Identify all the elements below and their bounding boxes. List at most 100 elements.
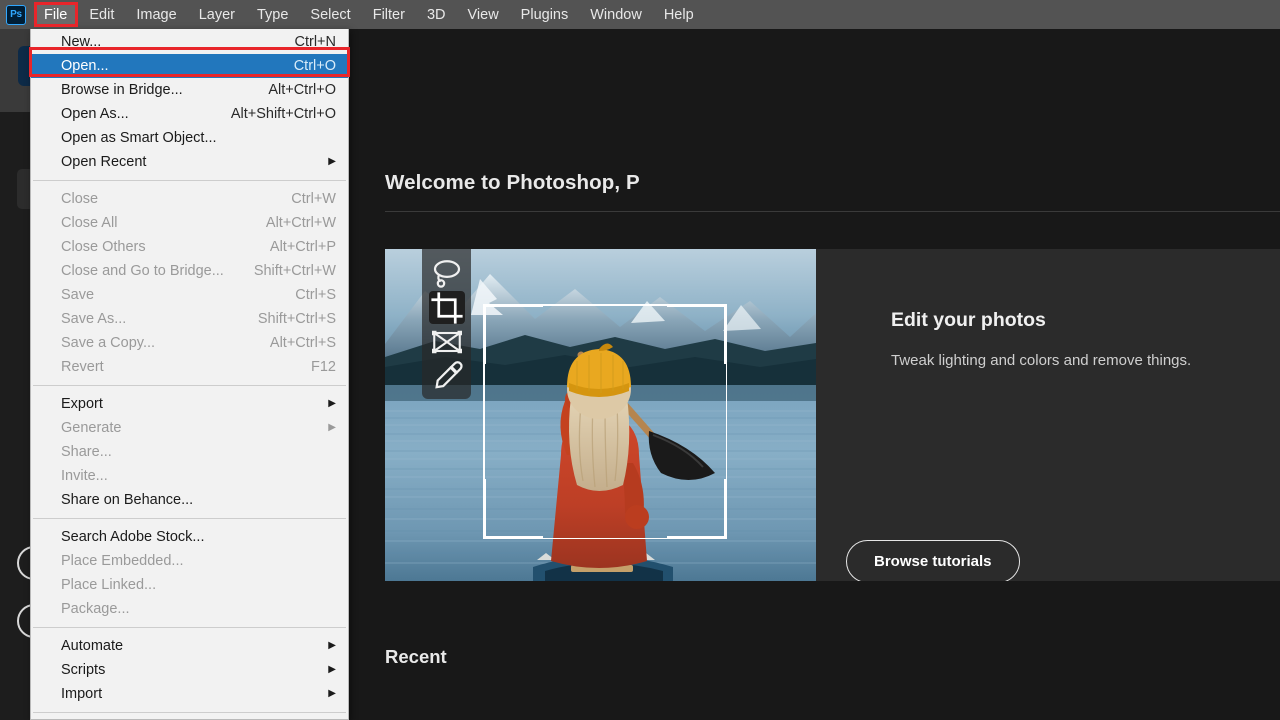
menu-separator: [33, 627, 346, 628]
menubar-item-image[interactable]: Image: [126, 3, 186, 27]
menu-item-shortcut: Ctrl+S: [295, 287, 336, 303]
menu-item-close-all: Close All Alt+Ctrl+W: [31, 211, 348, 235]
menu-item-label: Import: [61, 686, 316, 702]
menu-item-label: Open...: [61, 58, 278, 74]
menu-item-label: Place Linked...: [61, 577, 336, 593]
menu-item-open-as-smart-object[interactable]: Open as Smart Object...: [31, 126, 348, 150]
menu-item-invite: Invite...: [31, 464, 348, 488]
menu-item-open[interactable]: Open... Ctrl+O: [31, 54, 348, 78]
menubar-item-help[interactable]: Help: [654, 3, 704, 27]
menu-item-label: Open As...: [61, 106, 215, 122]
menu-item-place-linked: Place Linked...: [31, 573, 348, 597]
menubar-item-window[interactable]: Window: [580, 3, 652, 27]
menubar-item-layer[interactable]: Layer: [189, 3, 245, 27]
title-divider: [385, 211, 1280, 212]
submenu-arrow-icon: ▶: [328, 157, 336, 167]
file-menu-dropdown[interactable]: New... Ctrl+N Open... Ctrl+O Browse in Bridg…: [30, 29, 349, 720]
menubar-item-select[interactable]: Select: [300, 3, 360, 27]
menubar-item-plugins[interactable]: Plugins: [511, 3, 579, 27]
recent-section-title: Recent: [385, 646, 447, 668]
menu-item-label: Share on Behance...: [61, 492, 336, 508]
menu-item-close-others: Close Others Alt+Ctrl+P: [31, 235, 348, 259]
menu-item-shortcut: Shift+Ctrl+W: [254, 263, 336, 279]
eyedropper-tool-icon[interactable]: [429, 359, 465, 392]
menu-item-label: Package...: [61, 601, 336, 617]
menu-item-new[interactable]: New... Ctrl+N: [31, 30, 348, 54]
menu-item-revert: Revert F12: [31, 355, 348, 379]
menu-item-label: Save: [61, 287, 279, 303]
page-title: Welcome to Photoshop, P: [385, 171, 640, 195]
menu-item-open-as[interactable]: Open As... Alt+Shift+Ctrl+O: [31, 102, 348, 126]
menu-item-shortcut: Alt+Shift+Ctrl+O: [231, 106, 336, 122]
menu-item-close: Close Ctrl+W: [31, 187, 348, 211]
menu-item-label: Automate: [61, 638, 316, 654]
menu-item-label: Save a Copy...: [61, 335, 254, 351]
menu-item-scripts[interactable]: Scripts ▶: [31, 658, 348, 682]
menu-item-save-as: Save As... Shift+Ctrl+S: [31, 307, 348, 331]
menu-item-shortcut: Ctrl+O: [294, 58, 336, 74]
submenu-arrow-icon: ▶: [328, 641, 336, 651]
menu-item-label: Browse in Bridge...: [61, 82, 252, 98]
menu-separator: [33, 712, 346, 713]
submenu-arrow-icon: ▶: [328, 689, 336, 699]
menubar-item-view[interactable]: View: [458, 3, 509, 27]
menubar-item-3d[interactable]: 3D: [417, 3, 456, 27]
menu-item-label: Open as Smart Object...: [61, 130, 336, 146]
menu-item-label: Search Adobe Stock...: [61, 529, 336, 545]
submenu-arrow-icon: ▶: [328, 399, 336, 409]
menu-item-shortcut: Ctrl+W: [291, 191, 336, 207]
menu-item-share-on-behance[interactable]: Share on Behance...: [31, 488, 348, 512]
menu-item-shortcut: Ctrl+N: [295, 34, 337, 50]
menu-separator: [33, 518, 346, 519]
menu-item-label: Close and Go to Bridge...: [61, 263, 238, 279]
menu-item-export[interactable]: Export ▶: [31, 392, 348, 416]
menu-item-save-a-copy: Save a Copy... Alt+Ctrl+S: [31, 331, 348, 355]
menu-item-label: Open Recent: [61, 154, 316, 170]
menu-item-shortcut: Alt+Ctrl+O: [268, 82, 336, 98]
menu-item-place-embedded: Place Embedded...: [31, 549, 348, 573]
menu-item-generate: Generate ▶: [31, 416, 348, 440]
menu-item-save: Save Ctrl+S: [31, 283, 348, 307]
menu-item-share: Share...: [31, 440, 348, 464]
hero-subtitle: Tweak lighting and colors and remove thi…: [891, 352, 1280, 369]
menu-item-label: Save As...: [61, 311, 242, 327]
hero-heading: Edit your photos: [891, 309, 1280, 332]
hero-card[interactable]: Edit your photos Tweak lighting and colo…: [385, 249, 1280, 581]
menu-item-search-adobe-stock[interactable]: Search Adobe Stock...: [31, 525, 348, 549]
menu-bar[interactable]: Ps FileEditImageLayerTypeSelectFilter3DV…: [0, 0, 1280, 29]
menu-item-label: Share...: [61, 444, 336, 460]
menubar-item-type[interactable]: Type: [247, 3, 298, 27]
menu-item-label: Revert: [61, 359, 295, 375]
menu-item-import[interactable]: Import ▶: [31, 682, 348, 706]
photoshop-logo-icon: Ps: [6, 5, 26, 25]
menu-item-label: Export: [61, 396, 316, 412]
hero-text-block: Edit your photos Tweak lighting and colo…: [816, 249, 1280, 581]
menu-item-shortcut: Alt+Ctrl+W: [266, 215, 336, 231]
menu-item-label: Close: [61, 191, 275, 207]
menu-item-shortcut: Alt+Ctrl+S: [270, 335, 336, 351]
menu-item-shortcut: Shift+Ctrl+S: [258, 311, 336, 327]
menu-item-automate[interactable]: Automate ▶: [31, 634, 348, 658]
menu-separator: [33, 180, 346, 181]
menu-item-open-recent[interactable]: Open Recent ▶: [31, 150, 348, 174]
submenu-arrow-icon: ▶: [328, 665, 336, 675]
menu-item-close-and-go-to-bridge: Close and Go to Bridge... Shift+Ctrl+W: [31, 259, 348, 283]
menu-item-browse-in-bridge[interactable]: Browse in Bridge... Alt+Ctrl+O: [31, 78, 348, 102]
menu-item-label: New...: [61, 34, 279, 50]
menubar-item-file[interactable]: File: [34, 3, 77, 27]
menu-item-label: Close All: [61, 215, 250, 231]
menubar-item-edit[interactable]: Edit: [79, 3, 124, 27]
menu-item-label: Close Others: [61, 239, 254, 255]
menu-item-label: Invite...: [61, 468, 336, 484]
hero-tool-strip[interactable]: [422, 249, 471, 399]
menu-item-shortcut: F12: [311, 359, 336, 375]
hero-photo: [385, 249, 816, 581]
menu-separator: [33, 385, 346, 386]
menu-item-label: Generate: [61, 420, 316, 436]
menu-item-label: Scripts: [61, 662, 316, 678]
browse-tutorials-button[interactable]: Browse tutorials: [846, 540, 1020, 581]
menubar-item-filter[interactable]: Filter: [363, 3, 415, 27]
submenu-arrow-icon: ▶: [328, 423, 336, 433]
menu-item-shortcut: Alt+Ctrl+P: [270, 239, 336, 255]
menu-item-package: Package...: [31, 597, 348, 621]
